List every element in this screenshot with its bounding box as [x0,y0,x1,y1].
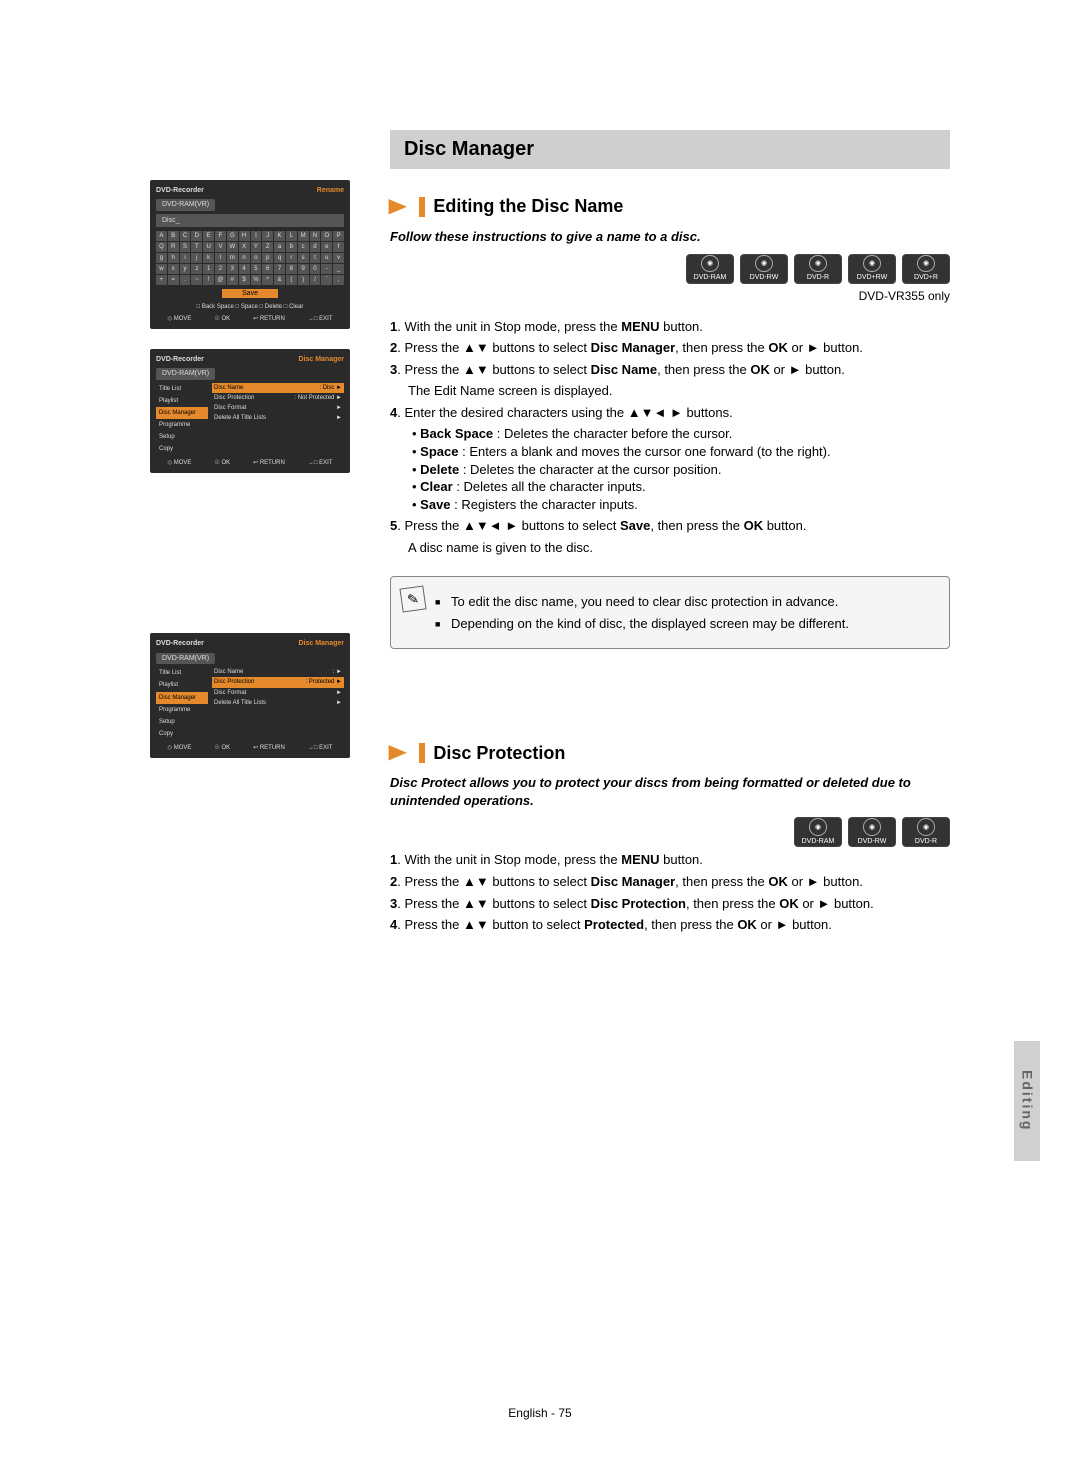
disc-type-badges-2: ◉DVD-RAM◉DVD-RW◉DVD-R [390,817,950,847]
osd-disc-manager-screen-2: DVD-RecorderDisc Manager DVD-RAM(VR) Tit… [150,633,350,758]
instruction-step: 1. With the unit in Stop mode, press the… [390,318,950,336]
disc-badge: ◉DVD-RW [848,817,896,847]
osd1-title: DVD-Recorder [156,186,204,195]
section2-title: Disc Protection [433,741,565,765]
osd1-footer: ◇ MOVE☉ OK↩ RETURN→□ EXIT [156,315,344,323]
disc-badge: ◉DVD-RAM [794,817,842,847]
section-accent-bar [419,197,425,217]
note-item: Depending on the kind of disc, the displ… [435,615,935,633]
osd1-mode: Rename [317,186,344,195]
instruction-step: 1. With the unit in Stop mode, press the… [390,851,950,869]
instruction-step: 5. Press the ▲▼◄ ► buttons to select Sav… [390,517,950,535]
play-arrow-icon: ▶ [388,193,406,220]
instruction-step: 2. Press the ▲▼ buttons to select Disc M… [390,873,950,891]
osd1-src: DVD-RAM(VR) [156,199,215,210]
disc-badge: ◉DVD+RW [848,254,896,284]
disc-badge: ◉DVD-R [902,817,950,847]
osd1-save: Save [222,289,278,298]
page-footer: English - 75 [0,1405,1080,1421]
section1-intro: Follow these instructions to give a name… [390,228,950,246]
instruction-substep: • Clear : Deletes all the character inpu… [412,478,950,496]
pencil-note-icon: ✎ [399,586,426,613]
instruction-step: 2. Press the ▲▼ buttons to select Disc M… [390,339,950,357]
chapter-title: Disc Manager [390,130,950,169]
section2-intro: Disc Protect allows you to protect your … [390,774,950,809]
instruction-substep: • Delete : Deletes the character at the … [412,461,950,479]
disc-badge: ◉DVD-RW [740,254,788,284]
note-item: To edit the disc name, you need to clear… [435,593,935,611]
note-box: ✎ To edit the disc name, you need to cle… [390,576,950,649]
side-tab: Editing [1014,1041,1040,1161]
osd-rename-screen: DVD-Recorder Rename DVD-RAM(VR) Disc_ ABC… [150,180,350,329]
osd1-input: Disc_ [156,214,344,227]
section1-steps: 1. With the unit in Stop mode, press the… [390,318,950,557]
section-accent-bar [419,743,425,763]
osd1-keyboard-grid: ABCDEFGHIJKLMNOPQRSTUVWXYZabcdefghijklmn… [156,231,344,285]
instruction-step: 4. Enter the desired characters using th… [390,404,950,422]
osd-disc-manager-screen-1: DVD-RecorderDisc Manager DVD-RAM(VR) Tit… [150,349,350,474]
disc-badge: ◉DVD-R [794,254,842,284]
model-note: DVD-VR355 only [390,288,950,304]
disc-badge: ◉DVD-RAM [686,254,734,284]
disc-type-badges-1: ◉DVD-RAM◉DVD-RW◉DVD-R◉DVD+RW◉DVD+R [390,254,950,284]
instruction-substep: • Space : Enters a blank and moves the c… [412,443,950,461]
instruction-substep: • Back Space : Deletes the character bef… [412,425,950,443]
instruction-substep: • Save : Registers the character inputs. [412,496,950,514]
section2-steps: 1. With the unit in Stop mode, press the… [390,851,950,933]
play-arrow-icon: ▶ [388,739,406,766]
instruction-step: 3. Press the ▲▼ buttons to select Disc P… [390,895,950,913]
disc-badge: ◉DVD+R [902,254,950,284]
osd1-hints: □ Back Space □ Space □ Delete □ Clear [156,303,344,311]
instruction-step: 4. Press the ▲▼ button to select Protect… [390,916,950,934]
section1-title: Editing the Disc Name [433,194,623,218]
instruction-step: 3. Press the ▲▼ buttons to select Disc N… [390,361,950,379]
